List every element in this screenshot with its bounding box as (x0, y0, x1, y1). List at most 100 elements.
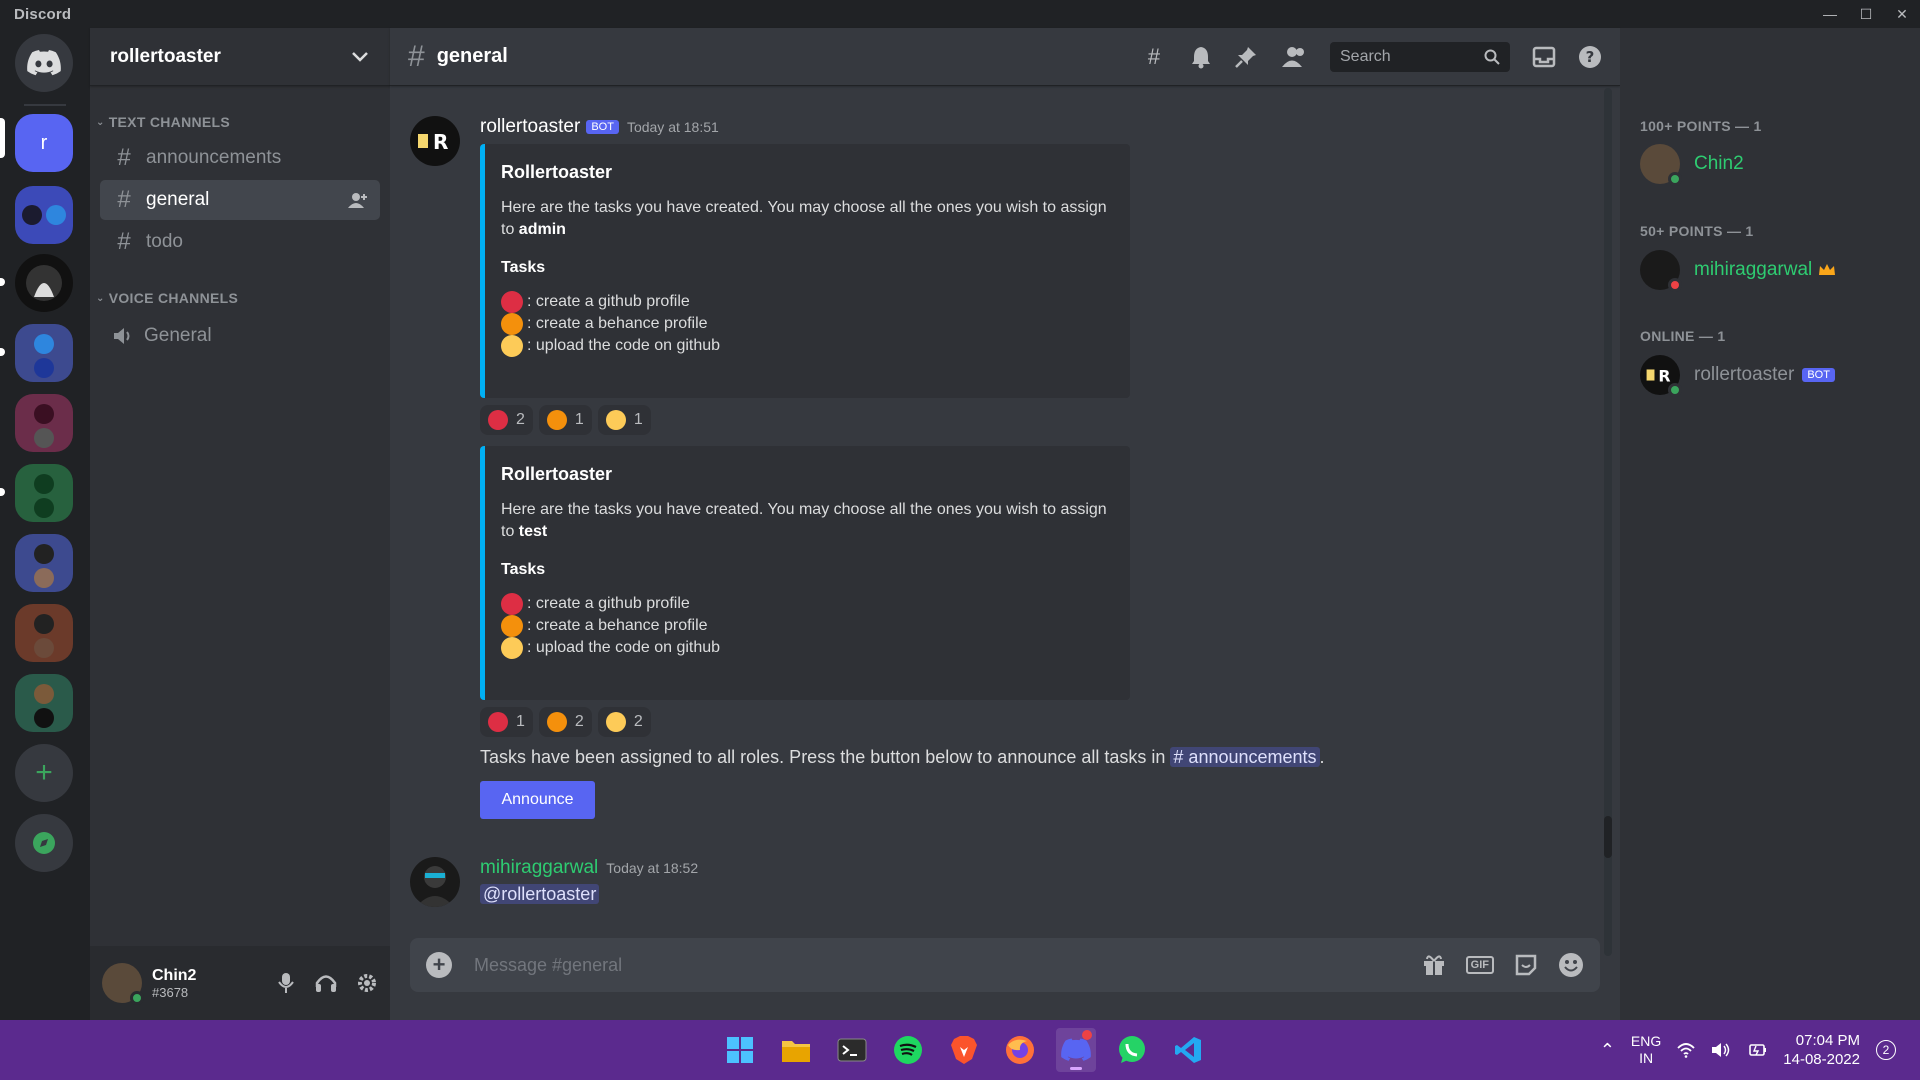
discord-home-button[interactable] (15, 34, 73, 92)
gift-icon[interactable] (1422, 953, 1446, 977)
member-item-mihiraggarwal[interactable]: mihiraggarwal (1640, 250, 1836, 292)
system-tray: ⌃ ENG IN 07:04 PM 14-08-2022 2 (1600, 1020, 1920, 1080)
svg-text:?: ? (1586, 48, 1595, 66)
text-channels-category[interactable]: ⌄ TEXT CHANNELS (96, 114, 230, 130)
channel-todo[interactable]: # todo (100, 222, 380, 262)
headphones-icon[interactable] (314, 972, 338, 994)
bot-avatar[interactable]: R (410, 116, 460, 166)
message-author[interactable]: mihiraggarwal (480, 857, 598, 879)
reaction-red[interactable]: 2 (480, 405, 533, 435)
terminal-button[interactable] (832, 1028, 872, 1072)
gif-icon[interactable]: GIF (1465, 956, 1494, 974)
reaction-orange[interactable]: 1 (538, 405, 592, 435)
server-rollertoaster[interactable]: r (15, 114, 73, 172)
gear-icon[interactable] (356, 972, 378, 994)
inbox-icon[interactable] (1532, 46, 1556, 68)
clock[interactable]: 07:04 PM 14-08-2022 (1783, 1031, 1860, 1069)
help-icon[interactable]: ? (1578, 45, 1602, 69)
emoji-icon[interactable] (1558, 952, 1584, 978)
bot-badge: BOT (1802, 368, 1835, 382)
notification-badge (1082, 1030, 1092, 1040)
discord-logo-icon (27, 50, 61, 76)
member-item-chin2[interactable]: Chin2 (1640, 144, 1744, 186)
mihiraggarwal-avatar[interactable] (410, 857, 460, 907)
reaction-yellow[interactable]: 1 (597, 405, 651, 435)
task-embed-admin: Rollertoaster Here are the tasks you hav… (480, 144, 1130, 398)
invite-user-icon[interactable] (348, 192, 368, 208)
server-folder-2[interactable] (15, 324, 73, 382)
bell-icon[interactable] (1190, 45, 1212, 69)
channel-header: # general # Search ? (390, 28, 1620, 86)
taskbar: ⌃ ENG IN 07:04 PM 14-08-2022 2 (0, 1020, 1920, 1080)
spotify-button[interactable] (888, 1028, 928, 1072)
hash-icon: # (117, 144, 131, 171)
scrollbar-thumb[interactable] (1604, 816, 1612, 858)
server-name: rollertoaster (110, 45, 221, 67)
announce-button[interactable]: Announce (480, 781, 595, 819)
explore-servers-button[interactable] (15, 814, 73, 872)
reaction-red[interactable]: 1 (480, 707, 533, 737)
server-folder-6[interactable] (15, 604, 73, 662)
server-folder-4[interactable] (15, 464, 73, 522)
start-button[interactable] (720, 1028, 760, 1072)
members-icon[interactable] (1280, 46, 1308, 68)
channel-announcements[interactable]: # announcements (100, 138, 380, 178)
hash-icon: # (117, 186, 131, 213)
volume-icon[interactable] (1711, 1042, 1731, 1058)
member-item-rollertoaster[interactable]: R rollertoaster BOT (1640, 355, 1835, 397)
channel-mention[interactable]: # announcements (1170, 747, 1320, 767)
yellow-circle-icon (605, 712, 626, 732)
role-name: admin (518, 221, 566, 238)
server-folder-5[interactable] (15, 534, 73, 592)
file-explorer-button[interactable] (776, 1028, 816, 1072)
maximize-button[interactable]: ☐ (1848, 0, 1884, 28)
user-mention[interactable]: @rollertoaster (480, 884, 600, 904)
notification-count[interactable]: 2 (1876, 1040, 1896, 1060)
reactions-admin: 2 1 1 (480, 405, 651, 435)
attach-plus-icon[interactable]: + (426, 952, 452, 978)
online-status (1668, 172, 1682, 186)
member-group-heading: 50+ POINTS — 1 (1640, 223, 1754, 239)
chevron-up-icon[interactable]: ⌃ (1600, 1040, 1615, 1061)
close-button[interactable]: ✕ (1884, 0, 1920, 28)
firefox-button[interactable] (1000, 1028, 1040, 1072)
server-folder-3[interactable] (15, 394, 73, 452)
message-input[interactable]: Message #general (474, 955, 622, 976)
reaction-orange[interactable]: 2 (538, 707, 592, 737)
window-controls: — ☐ ✕ (1812, 0, 1920, 28)
member-name: Chin2 (1694, 153, 1744, 174)
app-title: Discord (14, 5, 72, 23)
battery-icon[interactable] (1747, 1042, 1767, 1058)
server-avatar-2[interactable] (15, 254, 73, 312)
sticker-icon[interactable] (1514, 953, 1538, 977)
whatsapp-button[interactable] (1112, 1028, 1152, 1072)
minimize-button[interactable]: — (1812, 0, 1848, 28)
discord-logo-icon (1061, 1038, 1091, 1061)
microphone-icon[interactable] (276, 972, 296, 994)
voice-channel-general[interactable]: General (100, 316, 380, 356)
reaction-yellow[interactable]: 2 (597, 707, 651, 737)
language-indicator[interactable]: ENG IN (1631, 1033, 1661, 1067)
discord-taskbar-button[interactable] (1056, 1028, 1096, 1072)
channel-general[interactable]: # general (100, 180, 380, 220)
red-circle-icon (501, 291, 523, 313)
member-avatar: R (1640, 355, 1682, 397)
channel-sidebar: rollertoaster ⌄ TEXT CHANNELS # announceme… (90, 28, 390, 1020)
server-header[interactable]: rollertoaster (90, 28, 390, 86)
dnd-status (1668, 278, 1682, 292)
scrollbar[interactable] (1604, 88, 1612, 956)
wifi-icon[interactable] (1677, 1042, 1695, 1058)
message-author[interactable]: rollertoaster (480, 116, 580, 138)
server-folder-7[interactable] (15, 674, 73, 732)
add-server-button[interactable]: + (15, 744, 73, 802)
brave-button[interactable] (944, 1028, 984, 1072)
pin-icon[interactable] (1234, 45, 1258, 69)
orange-circle-icon (501, 615, 523, 637)
server-folder-1[interactable] (15, 186, 73, 244)
user-avatar[interactable] (102, 963, 144, 1005)
vscode-button[interactable] (1168, 1028, 1208, 1072)
search-input[interactable]: Search (1330, 41, 1510, 72)
threads-icon[interactable]: # (1140, 43, 1168, 71)
member-group-heading: 100+ POINTS — 1 (1640, 118, 1762, 134)
voice-channels-category[interactable]: ⌄ VOICE CHANNELS (96, 290, 238, 306)
